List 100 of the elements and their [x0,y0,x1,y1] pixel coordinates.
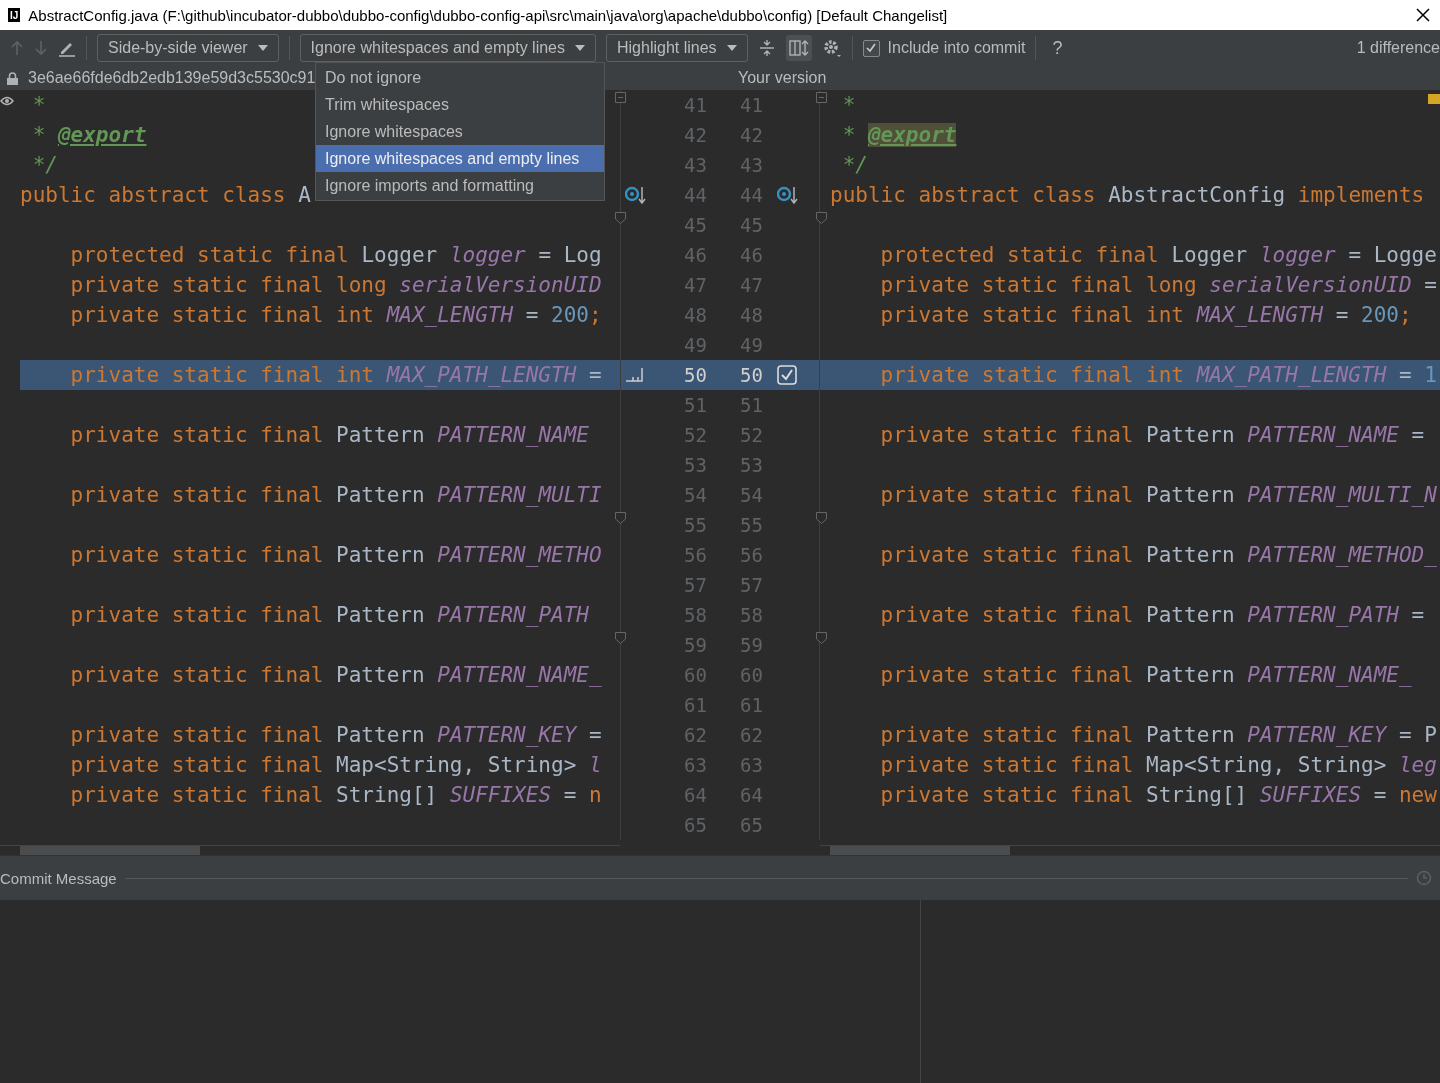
scrollbar-thumb[interactable] [20,846,200,855]
menu-item[interactable]: Ignore whitespaces and empty lines [316,145,604,172]
line-number: 49 [683,333,708,358]
line-number: 54 [683,483,708,508]
fold-end-icon[interactable] [816,212,827,224]
line-number: 59 [683,633,708,658]
clock-icon[interactable] [1416,870,1432,886]
caret-icon [575,45,585,51]
fold-end-icon[interactable] [615,212,626,224]
line-number: 63 [683,753,708,778]
line-number: 55 [683,513,708,538]
menu-item[interactable]: Do not ignore [316,64,604,91]
code-line: private static final Pattern PATTERN_PATH [69,603,589,627]
code-line: private static final Pattern PATTERN_PATH = [879,603,1425,627]
line-number: 57 [683,573,708,598]
code-line: private static final String[] SUFFIXES = new [879,783,1437,807]
line-number: 47 [739,273,764,298]
up-arrow-icon[interactable] [10,40,24,56]
code-line: public abstract class A [20,183,311,207]
include-checkbox[interactable] [862,39,880,57]
line-number: 48 [739,303,764,328]
menu-item[interactable]: Trim whitespaces [316,91,604,118]
line-number: 43 [683,153,708,178]
lock-icon [7,71,18,85]
settings-icon[interactable] [821,38,842,58]
line-number: 62 [739,723,764,748]
line-number: 44 [683,183,708,208]
code-line: * [31,93,46,117]
line-number: 42 [683,123,708,148]
code-line: private static final Pattern PATTERN_KEY = P [879,723,1437,747]
code-line: * @export [841,123,957,147]
line-number: 52 [683,423,708,448]
line-number: 62 [683,723,708,748]
code-line: private static final int MAX_LENGTH = 200; [879,303,1412,327]
menu-item[interactable]: Ignore imports and formatting [316,172,604,199]
code-line: private static final Pattern PATTERN_MULTI [69,483,602,507]
line-number: 61 [739,693,764,718]
line-number: 46 [739,243,764,268]
code-line: * [841,93,856,117]
line-number: 54 [739,483,764,508]
line-number: 59 [739,633,764,658]
code-line: private static final Map<String, String> leg [879,753,1437,777]
line-number: 63 [739,753,764,778]
viewer-dropdown[interactable]: Side-by-side viewer [97,34,279,62]
line-number: 45 [739,213,764,238]
line-number: 45 [683,213,708,238]
ignore-dropdown[interactable]: Ignore whitespaces and empty lines [299,34,596,62]
fold-icon[interactable] [816,92,827,104]
code-line: private static final int MAX_PATH_LENGTH = 1 [879,363,1437,387]
line-number: 53 [683,453,708,478]
code-line: private static final long serialVersionUID = [879,273,1437,297]
line-number: 65 [683,813,708,838]
target-arrow-icon[interactable] [777,185,799,205]
code-line: * @export [31,123,147,147]
version-label: Your version [738,69,827,87]
code-line: private static final int MAX_PATH_LENGTH = [69,363,602,387]
columns-icon [788,39,809,57]
fold-icon[interactable] [615,92,626,104]
scrollbar-thumb[interactable] [830,846,1010,855]
include-label[interactable]: Include into commit [887,39,1026,57]
highlight-dropdown[interactable]: Highlight lines [606,34,748,62]
change-marker [1428,94,1440,104]
line-number: 47 [683,273,708,298]
line-number: 65 [739,813,764,838]
menu-item[interactable]: Ignore whitespaces [316,118,604,145]
code-line: public abstract class AbstractConfig implements [830,183,1425,207]
code-line: */ [31,153,58,177]
line-number: 61 [683,693,708,718]
help-button[interactable]: ? [1046,37,1069,59]
fold-end-icon[interactable] [816,512,827,524]
line-number: 41 [739,93,764,118]
code-line: private static final Pattern PATTERN_NAME [69,423,589,447]
line-number: 58 [739,603,764,628]
line-number: 46 [683,243,708,268]
line-number: 41 [683,93,708,118]
code-line: private static final Pattern PATTERN_KEY = [69,723,602,747]
line-number: 49 [739,333,764,358]
target-arrow-icon[interactable] [625,185,647,205]
line-number: 42 [739,123,764,148]
fold-end-icon[interactable] [615,632,626,644]
fold-end-icon[interactable] [816,632,827,644]
change-checkbox[interactable] [777,365,797,385]
line-number: 50 [739,363,764,388]
line-number: 53 [739,453,764,478]
line-number: 51 [739,393,764,418]
code-line: */ [841,153,868,177]
line-number: 56 [739,543,764,568]
line-number: 50 [683,363,708,388]
code-line: private static final Pattern PATTERN_NAME = [879,423,1425,447]
eye-icon[interactable] [0,96,14,106]
code-line: private static final int MAX_LENGTH = 200; [69,303,602,327]
close-icon[interactable] [1416,8,1430,22]
fold-end-icon[interactable] [615,512,626,524]
code-line: private static final Pattern PATTERN_NAME_ [69,663,602,687]
down-arrow-icon[interactable] [34,40,48,56]
collapse-icon[interactable] [757,39,776,57]
line-number: 48 [683,303,708,328]
sync-scroll-button[interactable] [785,35,812,61]
corner-arrow-icon[interactable] [625,367,645,383]
code-line: private static final Pattern PATTERN_METHO [69,543,602,567]
